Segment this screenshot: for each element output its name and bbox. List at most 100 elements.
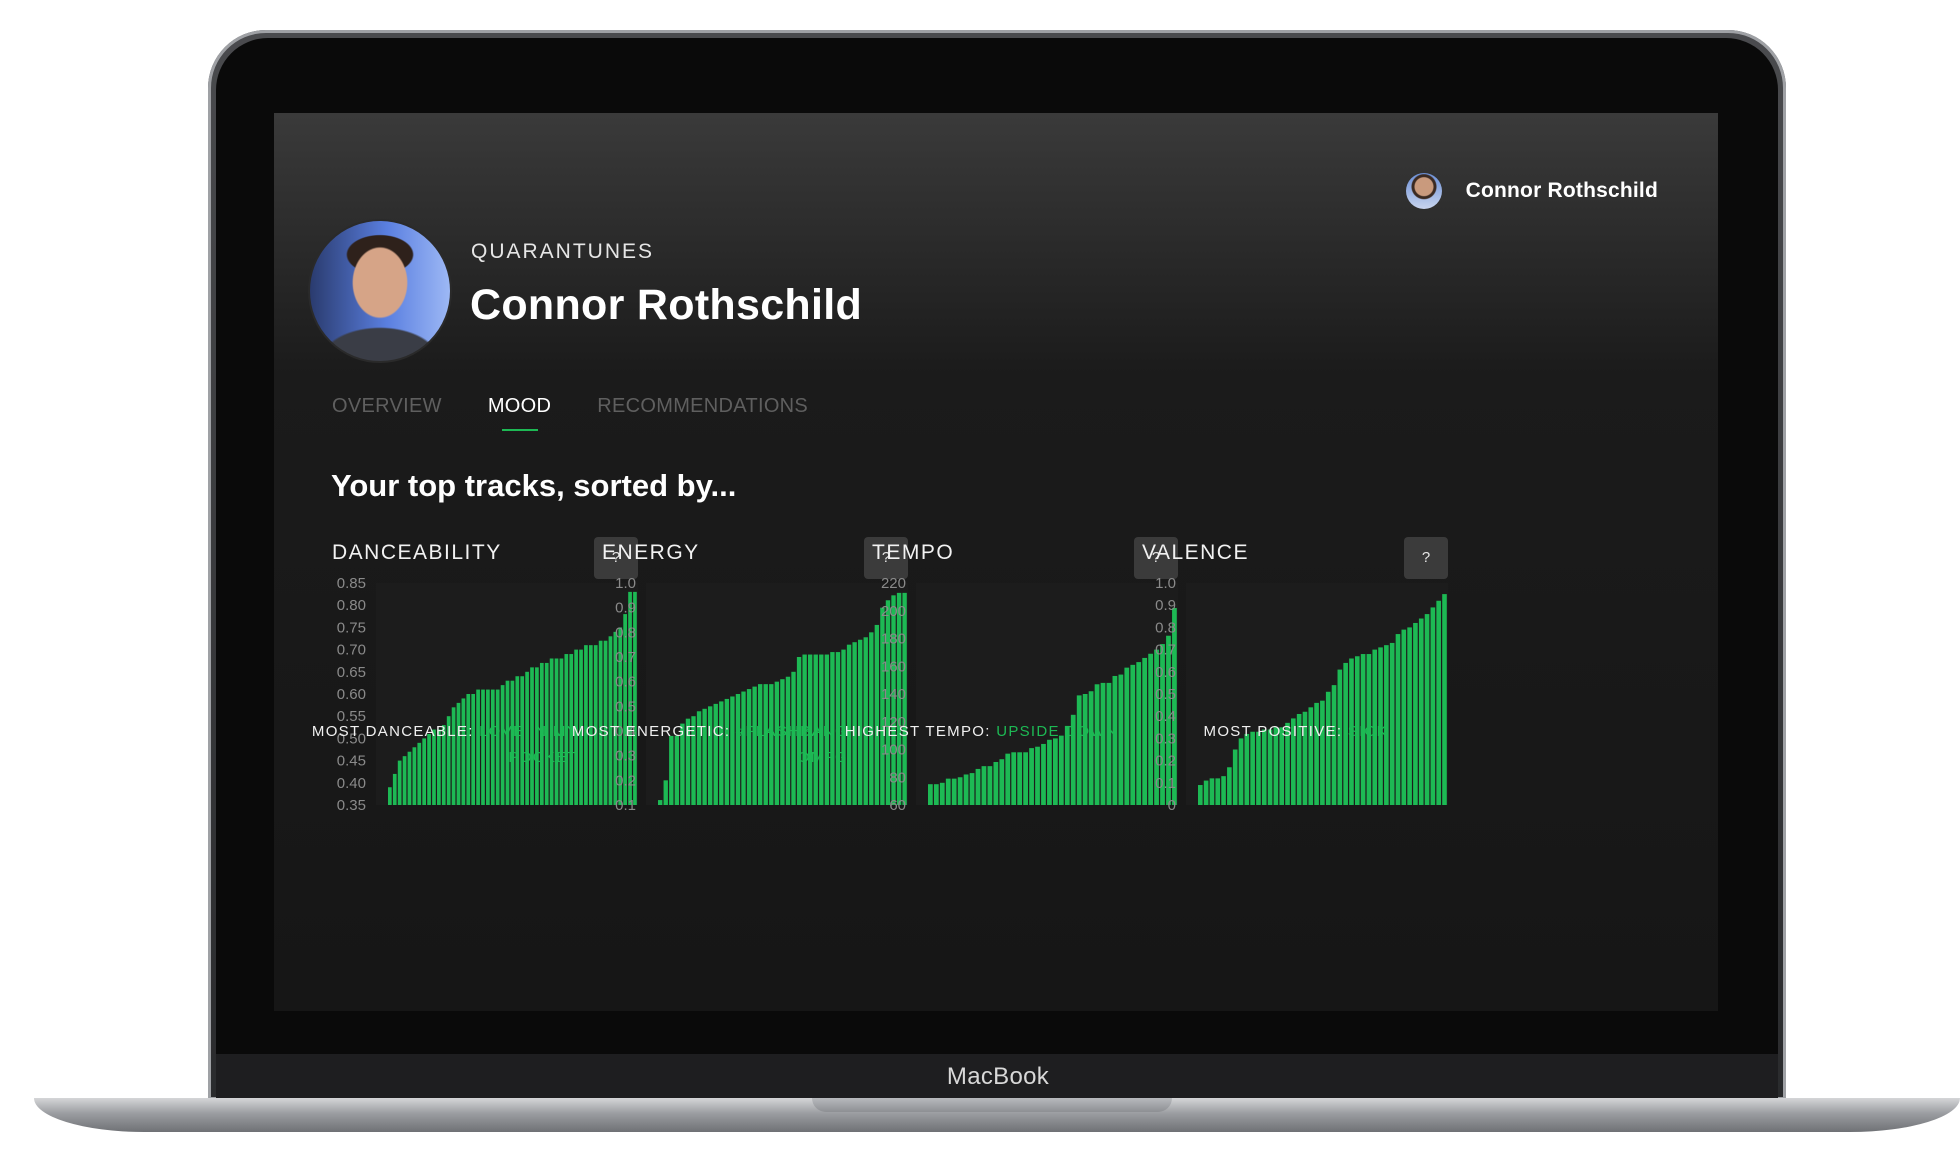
- bar[interactable]: [963, 774, 969, 805]
- y-tick-label: 180: [881, 631, 906, 648]
- caption-danceability: MOST DANCEABLE: LOVE IN MY POCKET: [274, 719, 578, 771]
- bar[interactable]: [1017, 752, 1023, 805]
- bar[interactable]: [1424, 614, 1430, 805]
- caption-energy: MOST ENERGETIC: #FLASHBANG OMFG: [542, 719, 848, 771]
- bar[interactable]: [1035, 746, 1040, 805]
- bar[interactable]: [999, 759, 1005, 805]
- bar[interactable]: [1041, 743, 1046, 805]
- caption-label: MOST ENERGETIC:: [571, 723, 731, 740]
- user-menu[interactable]: Connor Rothschild: [1405, 173, 1658, 209]
- bar[interactable]: [1198, 785, 1203, 805]
- bar[interactable]: [388, 787, 392, 805]
- bar[interactable]: [1082, 694, 1088, 805]
- bar[interactable]: [969, 773, 975, 805]
- panel-title: ENERGY: [602, 541, 700, 564]
- panel-title: TEMPO: [872, 541, 955, 564]
- tab-overview[interactable]: OVERVIEW: [332, 395, 442, 418]
- bar[interactable]: [1413, 622, 1418, 805]
- bar[interactable]: [1395, 634, 1401, 805]
- y-tick-label: 0.9: [615, 600, 636, 617]
- bar[interactable]: [1058, 735, 1064, 806]
- bar[interactable]: [981, 766, 987, 805]
- y-tick-label: 0.35: [337, 797, 366, 814]
- panel-valence: VALENCE ? 1.0 0.9 0.8 0.7 0.6 0.5 0.4 0.3 0.2 0.1…: [1142, 537, 1448, 871]
- tempo-chart: 2202001801601401201008060: [881, 577, 1178, 814]
- bar[interactable]: [1011, 752, 1017, 805]
- y-tick-label: 140: [881, 686, 906, 703]
- y-tick-label: 0.8: [1155, 619, 1176, 636]
- bar[interactable]: [1331, 685, 1337, 805]
- bar[interactable]: [1227, 767, 1232, 805]
- y-tick-label: 0.75: [337, 619, 366, 636]
- y-tick-label: 80: [889, 769, 906, 786]
- bar[interactable]: [928, 784, 933, 805]
- bar[interactable]: [1238, 738, 1244, 805]
- y-tick-label: 1.0: [615, 577, 636, 592]
- y-tick-label: 0.2: [615, 772, 636, 789]
- bar[interactable]: [1232, 749, 1238, 806]
- bar[interactable]: [1215, 778, 1221, 805]
- bar[interactable]: [1325, 691, 1331, 805]
- bar[interactable]: [1442, 594, 1447, 805]
- bar[interactable]: [1047, 739, 1052, 805]
- y-tick-label: 0.1: [1155, 775, 1176, 792]
- bar[interactable]: [939, 782, 945, 805]
- y-tick-label: 0: [1168, 797, 1176, 814]
- help-button[interactable]: ?: [1404, 537, 1448, 579]
- y-tick-label: 0.2: [1155, 753, 1176, 770]
- bar[interactable]: [945, 778, 951, 805]
- y-tick-label: 0.60: [337, 686, 366, 703]
- y-tick-label: 160: [881, 658, 906, 675]
- bar[interactable]: [658, 800, 663, 805]
- bar[interactable]: [1203, 780, 1209, 805]
- y-tick-label: 0.7: [1155, 642, 1176, 659]
- y-tick-label: 0.7: [615, 649, 636, 666]
- valence-chart: 1.00.90.80.70.60.50.40.30.20.10: [1155, 577, 1448, 814]
- bar[interactable]: [1053, 738, 1058, 805]
- bar[interactable]: [1076, 695, 1082, 805]
- bar[interactable]: [1401, 629, 1407, 805]
- bar[interactable]: [1320, 700, 1325, 805]
- bar[interactable]: [1209, 778, 1215, 805]
- caption-tempo: HIGHEST TEMPO: UPSIDE DOWN: [812, 719, 1118, 745]
- section-title: Your top tracks, sorted by...: [331, 468, 737, 503]
- bar[interactable]: [1389, 642, 1395, 805]
- panel-tempo: TEMPO ? 220 200 180 160 140 120 100 80 60: [872, 537, 1178, 871]
- bar[interactable]: [1221, 776, 1226, 805]
- y-tick-label: 1.0: [1155, 577, 1176, 592]
- user-menu-name[interactable]: Connor Rothschild: [1466, 179, 1658, 203]
- bar[interactable]: [975, 768, 981, 805]
- bar[interactable]: [1436, 600, 1441, 805]
- y-tick-label: 0.6: [615, 674, 636, 691]
- user-avatar-small[interactable]: [1405, 173, 1442, 209]
- tab-mood[interactable]: MOOD: [488, 395, 551, 431]
- bar[interactable]: [987, 766, 993, 805]
- y-tick-label: 0.6: [1155, 664, 1176, 681]
- bar[interactable]: [993, 761, 999, 805]
- bar[interactable]: [663, 780, 668, 805]
- bar[interactable]: [1005, 753, 1011, 805]
- bar[interactable]: [1023, 752, 1028, 805]
- tab-recommendations[interactable]: RECOMMENDATIONS: [597, 395, 808, 418]
- caption-track-link[interactable]: SICK: [1348, 723, 1388, 740]
- panel-energy: ENERGY ? 1.0 0.9 0.8 0.7 0.6 0.5 0.4 0.3 0.2 0.1: [602, 537, 908, 871]
- bar[interactable]: [933, 784, 939, 805]
- tab-bar: OVERVIEW MOOD RECOMMENDATIONS: [332, 395, 854, 431]
- y-tick-label: 0.40: [337, 775, 366, 792]
- y-tick-label: 0.70: [337, 642, 366, 659]
- bar[interactable]: [1430, 607, 1436, 805]
- bar[interactable]: [1418, 618, 1424, 805]
- panel-danceability: DANCEABILITY ? 0.85 0.80 0.75 0.70 0.65 0.60 0…: [332, 537, 638, 871]
- panel-title: VALENCE: [1142, 541, 1249, 564]
- profile-name: Connor Rothschild: [470, 281, 863, 329]
- y-tick-label: 200: [881, 603, 906, 620]
- bar[interactable]: [392, 773, 397, 805]
- bar[interactable]: [1088, 691, 1094, 805]
- y-tick-label: 0.85: [337, 577, 366, 592]
- bar[interactable]: [957, 777, 963, 805]
- bar[interactable]: [1029, 748, 1034, 805]
- profile-avatar: [308, 219, 452, 363]
- bar[interactable]: [951, 778, 957, 805]
- y-tick-label: 0.5: [1155, 686, 1176, 703]
- bar[interactable]: [1407, 627, 1412, 805]
